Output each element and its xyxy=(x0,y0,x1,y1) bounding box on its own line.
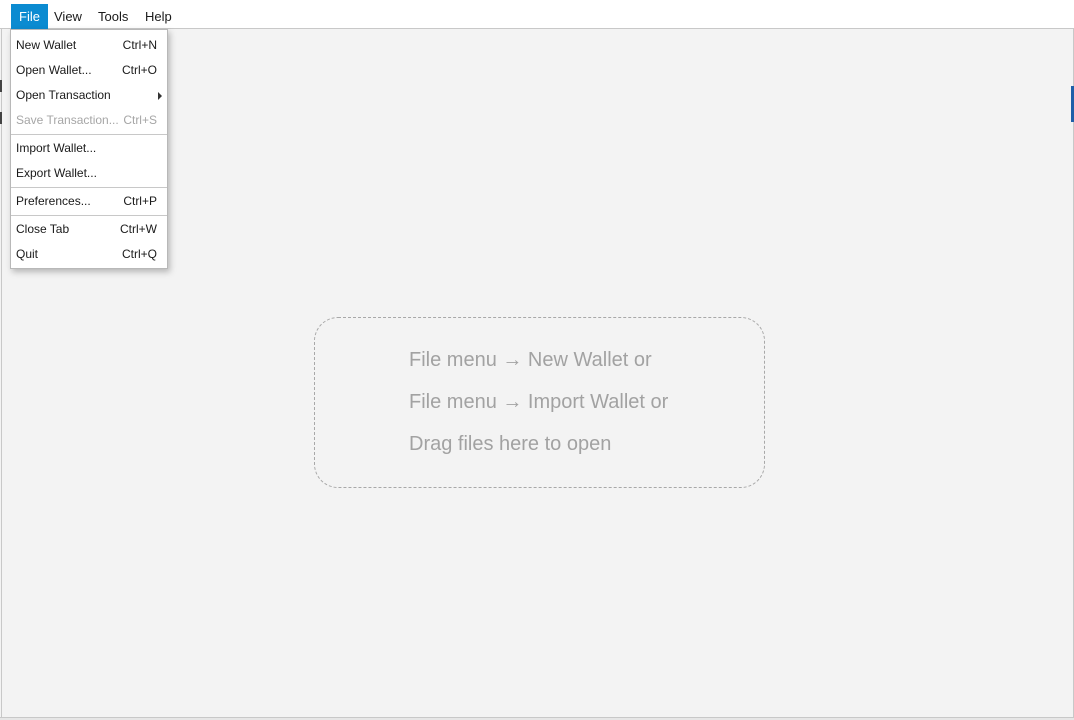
menu-item-new-wallet[interactable]: New Wallet Ctrl+N xyxy=(11,33,167,58)
drop-zone-line-new-wallet: File menu → New Wallet or xyxy=(409,349,652,371)
menu-item-open-wallet[interactable]: Open Wallet... Ctrl+O xyxy=(11,58,167,83)
menu-separator xyxy=(11,134,167,135)
menu-item-preferences[interactable]: Preferences... Ctrl+P xyxy=(11,189,167,214)
menu-item-quit[interactable]: Quit Ctrl+Q xyxy=(11,242,167,267)
menu-item-label: Export Wallet... xyxy=(16,166,97,180)
background-window-edge xyxy=(0,80,3,144)
menu-item-shortcut: Ctrl+W xyxy=(120,222,157,236)
menu-bar: File View Tools Help xyxy=(0,0,1074,30)
menu-item-label: Preferences... xyxy=(16,194,91,208)
menu-item-shortcut: Ctrl+P xyxy=(123,194,157,208)
menu-help[interactable]: Help xyxy=(137,4,180,30)
menu-item-open-transaction[interactable]: Open Transaction xyxy=(11,83,167,108)
drop-zone-line-drag-files: Drag files here to open xyxy=(409,433,612,455)
menu-item-shortcut: Ctrl+N xyxy=(122,38,157,52)
app-window: File View Tools Help File menu → New Wal… xyxy=(0,0,1074,720)
menu-item-label: Open Wallet... xyxy=(16,63,92,77)
menu-item-shortcut: Ctrl+O xyxy=(121,63,157,77)
file-drop-zone[interactable]: File menu → New Wallet or File menu → Im… xyxy=(314,317,765,488)
menu-item-shortcut: Ctrl+S xyxy=(123,113,157,127)
submenu-arrow-icon xyxy=(158,92,162,100)
menu-item-label: Save Transaction... xyxy=(16,113,119,127)
menu-item-shortcut: Ctrl+Q xyxy=(121,247,157,261)
menu-item-export-wallet[interactable]: Export Wallet... xyxy=(11,161,167,186)
menu-separator xyxy=(11,215,167,216)
file-menu-dropdown: New Wallet Ctrl+N Open Wallet... Ctrl+O … xyxy=(10,29,168,269)
menu-separator xyxy=(11,187,167,188)
menu-item-label: Import Wallet... xyxy=(16,141,97,155)
menu-item-import-wallet[interactable]: Import Wallet... xyxy=(11,136,167,161)
menu-file[interactable]: File xyxy=(11,4,48,30)
menu-item-label: Open Transaction xyxy=(16,88,111,102)
menu-item-label: New Wallet xyxy=(16,38,77,52)
menu-item-label: Quit xyxy=(16,247,39,261)
menu-item-close-tab[interactable]: Close Tab Ctrl+W xyxy=(11,217,167,242)
menu-item-save-transaction: Save Transaction... Ctrl+S xyxy=(11,108,167,133)
menu-item-label: Close Tab xyxy=(16,222,70,236)
drop-zone-line-import-wallet: File menu → Import Wallet or xyxy=(409,391,669,413)
menu-view[interactable]: View xyxy=(46,4,90,30)
menu-tools[interactable]: Tools xyxy=(90,4,136,30)
